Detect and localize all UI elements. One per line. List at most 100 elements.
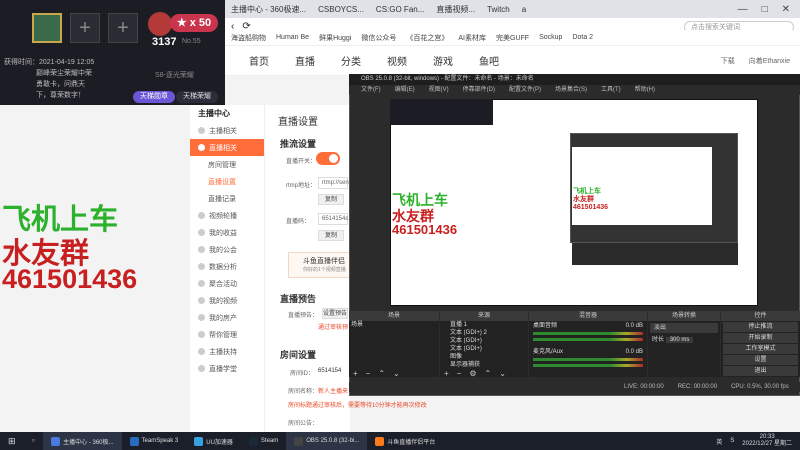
sidebar-item[interactable]: 我的收益 [190,224,264,241]
nav-category[interactable]: 分类 [341,53,361,68]
close-button[interactable]: ✕ [782,4,790,15]
live-toggle[interactable] [316,152,340,165]
ime-indicator[interactable]: 英 [716,437,722,446]
add-icon[interactable]: + [444,369,449,378]
settings-button[interactable]: 设置 [723,355,798,365]
menu-profile[interactable]: 配置文件(P) [509,85,541,95]
bookmark[interactable]: 鲜果Huggi [319,33,351,43]
sidebar-item-label: 我的视频 [209,297,237,305]
menu-edit[interactable]: 编辑(E) [395,85,415,95]
download-link[interactable]: 下载 [721,56,735,66]
start-button[interactable]: ⊞ [0,432,24,450]
bookmark[interactable]: 微信公众号 [361,33,396,43]
add-slot-icon[interactable]: + [70,13,100,43]
taskbar-item[interactable]: TeamSpeak 3 [122,432,187,450]
scene-item[interactable]: 场景 [349,321,439,329]
clock[interactable]: 20:33 2022/12/27 星期二 [742,434,792,448]
maximize-button[interactable]: □ [762,4,768,15]
assistant-banner[interactable]: 斗鱼直播伴侣 你好的1个视频直播 [288,252,350,278]
source-item[interactable]: 直播 1 [440,321,528,329]
sidebar-subitem-selected[interactable]: 直播设置 [190,173,264,190]
down-icon[interactable]: ⌄ [393,369,400,378]
sidebar-subitem[interactable]: 房间管理 [190,156,264,173]
minimize-button[interactable]: — [738,4,748,15]
sidebar-item[interactable]: 主播相关 [190,122,264,139]
bookmark[interactable]: 海盗船购物 [231,33,266,43]
volume-slider[interactable] [533,364,643,367]
add-icon[interactable]: + [353,369,358,378]
sidebar-item[interactable]: 视频轮播 [190,207,264,224]
volume-slider[interactable] [533,338,643,341]
source-item[interactable]: 文本 (GDI+) 2 [440,329,528,337]
browser-tab[interactable]: Twitch [481,0,516,18]
taskbar-item[interactable]: Steam [241,432,286,450]
browser-tab[interactable]: 直播视频... [430,0,481,18]
remove-icon[interactable]: − [366,369,371,378]
source-item[interactable]: 文本 (GDI+) [440,345,528,353]
menu-tools[interactable]: 工具(T) [601,85,621,95]
bookmark[interactable]: Dota 2 [572,34,593,41]
copy-rtmp-button[interactable]: 复制 [318,194,344,205]
duration-input[interactable]: 300 ms [665,337,694,343]
remove-icon[interactable]: − [457,369,462,378]
taskbar-item[interactable]: UU加速器 [186,432,241,450]
stop-stream-button[interactable]: 停止推流 [723,322,798,332]
nav-video[interactable]: 视频 [387,53,407,68]
browser-tab[interactable]: 主播中心 - 360极速... [225,0,312,18]
menu-dock[interactable]: 停靠部件(D) [463,85,495,95]
ladder-badge-button[interactable]: 天梯勋章 [133,91,175,103]
add-slot-icon[interactable]: + [108,13,138,43]
nav-home[interactable]: 首页 [249,53,269,68]
sidebar-item[interactable]: 我的视频 [190,292,264,309]
down-icon[interactable]: ⌄ [499,369,506,378]
gear-icon[interactable]: ⚙ [469,369,476,378]
sidebar-item[interactable]: 聚合活动 [190,275,264,292]
code-field[interactable]: 6514154c [318,213,348,225]
sidebar-item[interactable]: 主播扶持 [190,343,264,360]
source-item[interactable]: 显示器捕获 [440,361,528,369]
source-item[interactable]: 图像 [440,353,528,361]
menu-view[interactable]: 视图(V) [429,85,449,95]
sidebar-item[interactable]: 数据分析 [190,258,264,275]
sidebar-item[interactable]: 我的公会 [190,241,264,258]
sidebar-subitem[interactable]: 直播记录 [190,190,264,207]
browser-tab[interactable]: CS:GO Fan... [370,0,430,18]
bookmark[interactable]: Sockup [539,34,562,41]
taskbar-item[interactable]: 斗鱼直播伴侣平台 [367,432,443,450]
controls: 停止推流 开始录制 工作室模式 设置 退出 [721,321,800,377]
up-icon[interactable]: ⌃ [485,369,492,378]
start-recording-button[interactable]: 开始录制 [723,333,798,343]
nav-game[interactable]: 游戏 [433,53,453,68]
set-preview-button[interactable]: 设置预告 [322,308,348,319]
browser-tab[interactable]: CSBOYCS... [312,0,370,18]
menu-help[interactable]: 帮助(H) [635,85,655,95]
room-name-value[interactable]: 新人主播来 [318,386,348,395]
taskbar-item[interactable]: OBS 25.0.8 (32-bi... [286,432,368,450]
browser-tab[interactable]: a [516,0,532,18]
exit-button[interactable]: 退出 [723,366,798,376]
user-name[interactable]: 向着Ethanxie [749,56,790,66]
bookmark[interactable]: 完美GUFF [496,33,529,43]
menu-file[interactable]: 文件(F) [361,85,381,95]
bookmark[interactable]: Human Be [276,34,309,41]
rtmp-field[interactable]: rtmp://sen [318,177,349,189]
ladder-glory-button[interactable]: 天梯荣耀 [176,91,218,103]
up-icon[interactable]: ⌃ [378,369,385,378]
sidebar-item-active[interactable]: 直播相关 [190,139,264,156]
studio-mode-button[interactable]: 工作室模式 [723,344,798,354]
preview-link[interactable]: 通过审核预 [318,322,348,331]
sidebar-item[interactable]: 我的房产 [190,309,264,326]
nav-live[interactable]: 直播 [295,53,315,68]
search-button[interactable]: ○ [24,432,44,450]
menu-scene-collection[interactable]: 场景集合(S) [555,85,587,95]
transition-select[interactable]: 淡出 [650,323,718,333]
bookmark[interactable]: AI素材库 [458,33,486,43]
source-item[interactable]: 文本 (GDI+) [440,337,528,345]
sidebar-item[interactable]: 直播学堂 [190,360,264,377]
sidebar-item[interactable]: 帮你管理 [190,326,264,343]
taskbar-item[interactable]: 主播中心 - 360极... [43,432,122,450]
ime-mode[interactable]: S [730,438,734,444]
nav-fishbar[interactable]: 鱼吧 [479,53,499,68]
bookmark[interactable]: 《百花之宫》 [406,33,448,43]
copy-code-button[interactable]: 复制 [318,230,344,241]
